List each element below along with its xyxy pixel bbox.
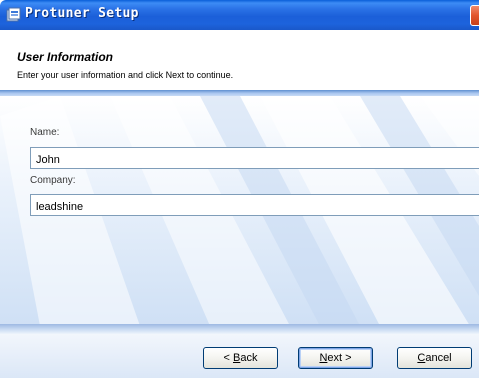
footer-divider bbox=[0, 324, 479, 334]
next-button[interactable]: Next > bbox=[298, 347, 373, 369]
header-panel: User Information Enter your user informa… bbox=[0, 30, 479, 90]
back-button[interactable]: < Back bbox=[203, 347, 278, 369]
title-bar[interactable]: Protuner Setup bbox=[0, 0, 479, 30]
company-field[interactable] bbox=[30, 194, 479, 216]
close-icon[interactable] bbox=[470, 5, 479, 26]
cancel-button-rest: ancel bbox=[425, 352, 452, 364]
page-title: User Information bbox=[17, 50, 114, 64]
cancel-button[interactable]: Cancel bbox=[397, 347, 472, 369]
next-button-rest: ext > bbox=[327, 352, 352, 364]
window-title: Protuner Setup bbox=[25, 6, 139, 21]
back-button-rest: ack bbox=[240, 352, 258, 364]
page-subtitle: Enter your user information and click Ne… bbox=[17, 70, 234, 80]
name-label: Name: bbox=[30, 127, 60, 138]
setup-app-icon bbox=[6, 7, 21, 22]
setup-window: Protuner Setup User Information Enter yo… bbox=[0, 0, 479, 378]
name-field[interactable] bbox=[30, 147, 479, 169]
company-label: Company: bbox=[30, 175, 76, 186]
back-button-prefix: < bbox=[223, 352, 233, 364]
